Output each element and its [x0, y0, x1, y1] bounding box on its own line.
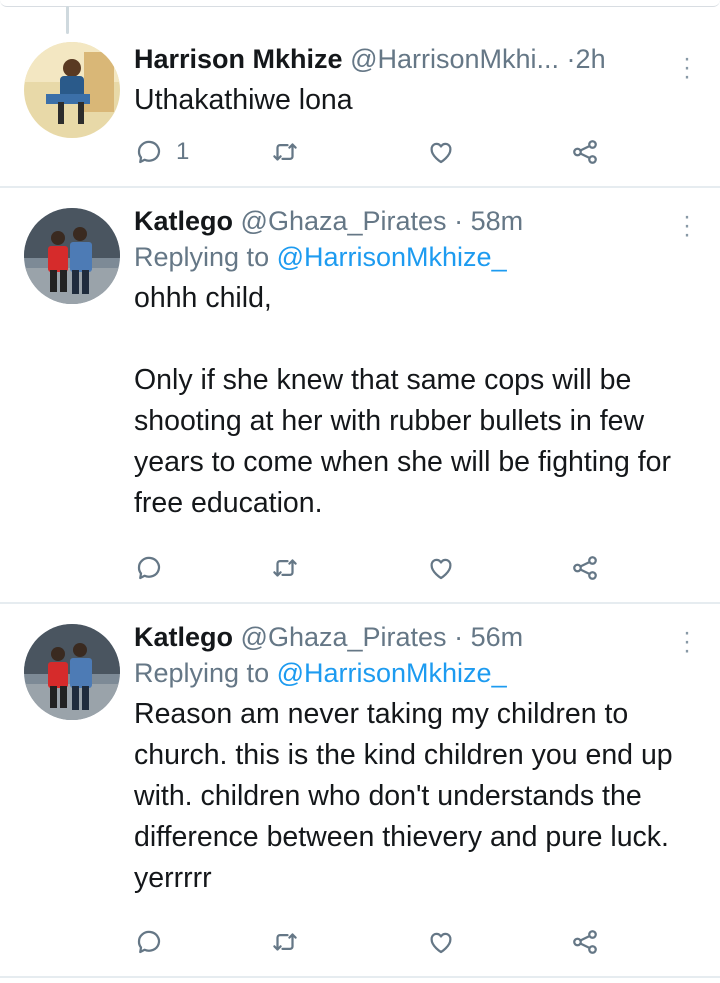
share-icon	[573, 556, 597, 580]
tweet-header: Harrison Mkhize @HarrisonMkhi... ·2h	[134, 42, 676, 76]
like-button[interactable]	[426, 922, 456, 962]
username[interactable]: @HarrisonMkhi...	[350, 44, 559, 74]
avatar-photo	[24, 208, 120, 304]
tweet-text: Reason am never taking my children to ch…	[134, 698, 673, 894]
reply-button[interactable]	[134, 548, 164, 588]
retweet-icon	[273, 143, 297, 161]
like-icon	[430, 558, 452, 580]
share-icon	[573, 140, 597, 164]
avatar[interactable]	[24, 42, 120, 138]
username[interactable]: @Ghaza_Pirates	[241, 206, 447, 236]
tweet-card[interactable]: Harrison Mkhize @HarrisonMkhi... ·2h Uth…	[0, 20, 720, 188]
tweet-text: Uthakathiwe lona	[134, 84, 353, 116]
reply-button[interactable]: 1	[134, 132, 189, 172]
retweet-icon	[273, 559, 297, 577]
timestamp[interactable]: 2h	[576, 44, 606, 74]
share-button[interactable]	[570, 132, 600, 172]
tweet-actions	[134, 548, 614, 588]
retweet-icon	[273, 933, 297, 951]
timestamp[interactable]: 56m	[471, 622, 524, 652]
display-name[interactable]: Katlego	[134, 622, 233, 652]
tweet-card[interactable]: Katlego @Ghaza_Pirates · 58m Replying to…	[0, 188, 720, 604]
display-name[interactable]: Harrison Mkhize	[134, 44, 343, 74]
tweet-actions	[134, 922, 614, 962]
like-icon	[430, 142, 452, 164]
replying-to: Replying to @HarrisonMkhize_	[134, 656, 676, 690]
tweet-header: Katlego @Ghaza_Pirates · 58m	[134, 204, 676, 238]
replying-to-label: Replying to	[134, 242, 270, 272]
like-button[interactable]	[426, 548, 456, 588]
separator-dot: ·	[566, 44, 576, 74]
avatar-photo	[24, 42, 120, 138]
replying-to-mention[interactable]: @HarrisonMkhize_	[277, 658, 507, 688]
reply-button[interactable]	[134, 922, 164, 962]
retweet-button[interactable]	[270, 548, 300, 588]
more-options-icon[interactable]: · · ·	[682, 621, 692, 663]
avatar[interactable]	[24, 208, 120, 304]
separator-dot: ·	[454, 206, 464, 236]
more-options-icon[interactable]: · · ·	[682, 205, 692, 247]
avatar[interactable]	[24, 624, 120, 720]
tweet-header: Katlego @Ghaza_Pirates · 56m	[134, 620, 676, 654]
display-name[interactable]: Katlego	[134, 206, 233, 236]
retweet-button[interactable]	[270, 922, 300, 962]
more-options-icon[interactable]: · · ·	[682, 47, 692, 89]
username[interactable]: @Ghaza_Pirates	[241, 622, 447, 652]
tweet-text: ohhh child, Only if she knew that same c…	[134, 282, 672, 519]
reply-icon	[137, 556, 161, 580]
share-button[interactable]	[570, 548, 600, 588]
share-icon	[573, 930, 597, 954]
replying-to-label: Replying to	[134, 658, 270, 688]
replying-to-mention[interactable]: @HarrisonMkhize_	[277, 242, 507, 272]
replying-to: Replying to @HarrisonMkhize_	[134, 240, 676, 274]
previous-tweet-edge	[0, 0, 720, 7]
reply-icon	[137, 140, 161, 164]
tweet-card[interactable]: Katlego @Ghaza_Pirates · 56m Replying to…	[0, 604, 720, 978]
tweet-actions: 1	[134, 132, 614, 172]
like-button[interactable]	[426, 132, 456, 172]
timestamp[interactable]: 58m	[471, 206, 524, 236]
avatar-photo	[24, 624, 120, 720]
reply-count: 1	[176, 138, 190, 165]
separator-dot: ·	[454, 622, 464, 652]
retweet-button[interactable]	[270, 132, 300, 172]
like-icon	[430, 932, 452, 954]
reply-icon	[137, 930, 161, 954]
share-button[interactable]	[570, 922, 600, 962]
